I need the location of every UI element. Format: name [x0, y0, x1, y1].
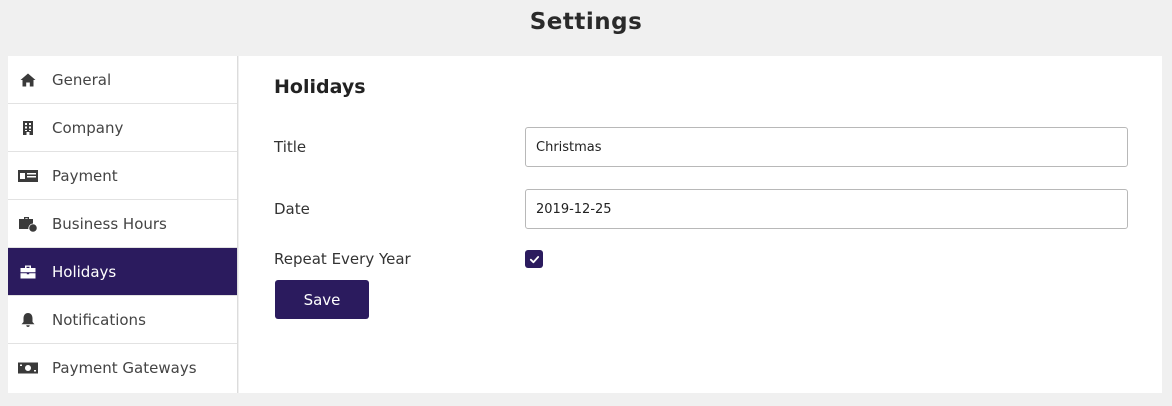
sidebar-item-label: Business Hours	[52, 214, 167, 233]
money-bill-icon	[18, 358, 38, 378]
building-icon	[18, 118, 38, 138]
sidebar-item-label: Payment	[52, 166, 118, 185]
settings-sidebar: General Company Payment Business Hours H…	[8, 56, 238, 393]
repeat-every-year-checkbox[interactable]	[525, 250, 543, 268]
sidebar-item-label: Company	[52, 118, 124, 137]
sidebar-item-business-hours[interactable]: Business Hours	[8, 200, 237, 248]
home-icon	[18, 70, 38, 90]
save-button[interactable]: Save	[275, 280, 369, 319]
date-label: Date	[274, 200, 310, 218]
date-input[interactable]	[525, 189, 1128, 229]
page-title: Settings	[529, 9, 643, 35]
sidebar-item-holidays[interactable]: Holidays	[8, 248, 237, 296]
holidays-panel: Holidays Title Date Repeat Every Year Sa…	[239, 56, 1162, 393]
sidebar-item-payment-gateways[interactable]: Payment Gateways	[8, 344, 237, 392]
checkmark-icon	[529, 255, 539, 263]
sidebar-item-company[interactable]: Company	[8, 104, 237, 152]
sidebar-item-general[interactable]: General	[8, 56, 237, 104]
briefcase-icon	[18, 262, 38, 282]
title-input[interactable]	[525, 127, 1128, 167]
bell-icon	[18, 310, 38, 330]
repeat-every-year-label: Repeat Every Year	[274, 250, 411, 268]
sidebar-item-notifications[interactable]: Notifications	[8, 296, 237, 344]
sidebar-item-payment[interactable]: Payment	[8, 152, 237, 200]
sidebar-item-label: Notifications	[52, 310, 146, 329]
business-time-icon	[18, 214, 38, 234]
sidebar-item-label: Payment Gateways	[52, 359, 197, 377]
title-label: Title	[274, 138, 307, 156]
sidebar-item-label: General	[52, 70, 112, 89]
sidebar-item-label: Holidays	[52, 262, 117, 281]
section-title: Holidays	[274, 76, 366, 98]
money-check-icon	[18, 166, 38, 186]
